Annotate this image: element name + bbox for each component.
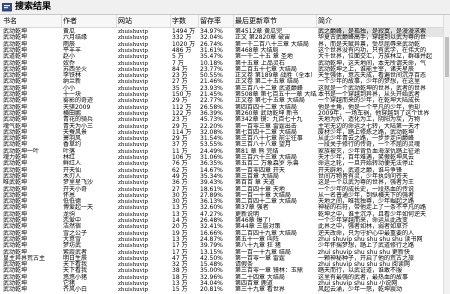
column-header-author[interactable]: 作者 [63, 15, 77, 27]
column-divider[interactable] [170, 15, 171, 27]
cell-title: 武动乾坤 [3, 286, 28, 294]
table-row[interactable]: 武动乾坤 齐风小白 zhuishuvip 15 万 20.81% 第三十九章 看世界 风起云… [0, 286, 444, 294]
cell-site: zhuishuvip [118, 287, 149, 294]
column-divider[interactable] [316, 15, 317, 27]
column-divider[interactable] [233, 15, 234, 27]
column-header-site[interactable]: 网站 [118, 15, 132, 27]
app-icon [2, 2, 12, 12]
column-divider[interactable] [61, 15, 62, 27]
scrollbar-thumb[interactable] [445, 37, 449, 77]
cell-author: 齐风小白 [63, 286, 88, 294]
window-title: 搜索结果 [15, 2, 52, 12]
vertical-scrollbar[interactable] [443, 15, 450, 294]
column-header-rate[interactable]: 留存率 [200, 15, 221, 27]
column-header-chapter[interactable]: 最后更新章节 [235, 15, 277, 27]
column-divider[interactable] [116, 15, 117, 27]
column-header-desc[interactable]: 简介 [318, 15, 332, 27]
table-header: 书名 作者 网站 字数 留存率 最后更新章节 简介 [0, 15, 444, 28]
results-table: 武动乾坤 黄瓜 zhuishuvip 1494 万 34.97% 第4512章 黄瓜完 武之… [0, 28, 444, 294]
cell-chapter: 第三十九章 看世界 [235, 286, 285, 294]
column-header-title[interactable]: 书名 [3, 15, 17, 27]
cell-desc: 风起云涌，少年一怒，乾坤震动 [318, 286, 403, 294]
column-header-words[interactable]: 字数 [172, 15, 186, 27]
window-titlebar: 搜索结果 [0, 0, 450, 15]
cell-rate: 20.81% [200, 286, 223, 294]
cell-words: 15 万 [172, 286, 188, 294]
column-divider[interactable] [198, 15, 199, 27]
